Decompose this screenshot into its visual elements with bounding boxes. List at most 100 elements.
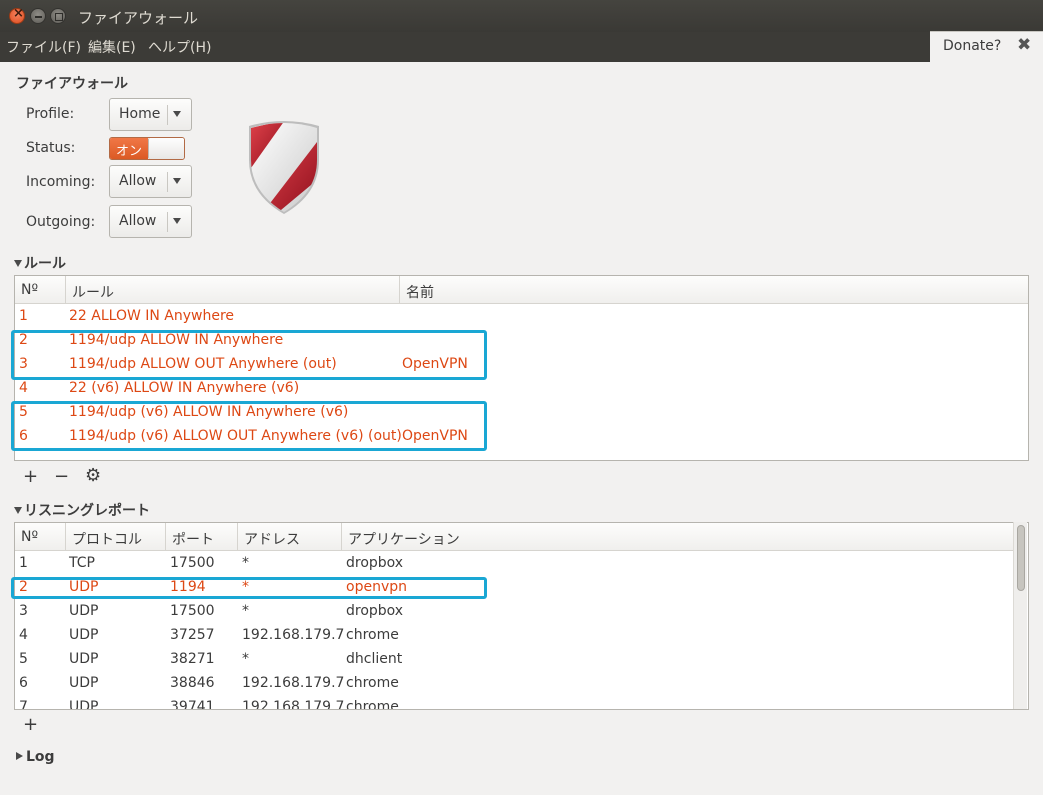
port-no: 4 — [19, 627, 28, 643]
chevron-down-icon — [173, 111, 181, 117]
toggle-knob[interactable] — [148, 138, 184, 159]
status-on-text: オン — [110, 138, 148, 159]
port-no: 2 — [19, 579, 28, 595]
port-address: 192.168.179.7 — [242, 699, 345, 710]
port-number: 17500 — [170, 555, 215, 571]
outgoing-label: Outgoing: — [26, 214, 96, 230]
remove-rule-button[interactable]: − — [54, 466, 69, 487]
table-row[interactable]: 5 UDP 38271 * dhclient — [15, 648, 1014, 672]
port-app: dhclient — [346, 651, 403, 667]
table-row[interactable]: 3 1194/udp ALLOW OUT Anywhere (out) Open… — [15, 353, 1028, 377]
close-window-button[interactable] — [9, 6, 25, 24]
table-row[interactable]: 4 UDP 37257 192.168.179.7 chrome — [15, 624, 1014, 648]
chevron-down-icon — [173, 178, 181, 184]
expander-arrow-icon — [16, 752, 23, 760]
menu-bar: ファイル(F) 編集(E) ヘルプ(H) — [0, 32, 1043, 62]
donate-tab[interactable]: Donate? ✖ — [930, 31, 1043, 62]
menu-edit[interactable]: 編集(E) — [88, 37, 136, 57]
outgoing-value: Allow — [119, 213, 157, 229]
rule-no: 4 — [19, 380, 28, 396]
column-application[interactable]: アプリケーション — [342, 523, 1014, 551]
column-name[interactable]: 名前 — [400, 276, 1028, 304]
rule-text: 1194/udp ALLOW OUT Anywhere (out) — [69, 356, 337, 372]
rule-no: 6 — [19, 428, 28, 444]
port-protocol: UDP — [69, 627, 99, 643]
rule-text: 1194/udp (v6) ALLOW IN Anywhere (v6) — [69, 404, 349, 420]
port-app: chrome — [346, 627, 399, 643]
profile-combo[interactable]: Home — [109, 98, 192, 131]
port-number: 38271 — [170, 651, 215, 667]
port-number: 1194 — [170, 579, 206, 595]
port-address: * — [242, 579, 249, 595]
status-toggle[interactable]: オン — [109, 137, 185, 160]
rules-expander[interactable]: ルール — [14, 253, 66, 273]
table-row[interactable]: 7 UDP 39741 192.168.179.7 chrome — [15, 696, 1014, 710]
port-no: 6 — [19, 675, 28, 691]
menu-help[interactable]: ヘルプ(H) — [148, 37, 211, 57]
rule-text: 1194/udp (v6) ALLOW OUT Anywhere (v6) (o… — [69, 428, 402, 444]
menu-file[interactable]: ファイル(F) — [6, 37, 81, 57]
rule-name: OpenVPN — [402, 428, 468, 444]
port-protocol: UDP — [69, 579, 99, 595]
incoming-label: Incoming: — [26, 174, 96, 190]
profile-label: Profile: — [26, 106, 75, 122]
port-app: chrome — [346, 699, 399, 710]
incoming-combo[interactable]: Allow — [109, 165, 192, 198]
column-no[interactable]: Nº — [15, 276, 66, 304]
listening-expander[interactable]: リスニングレポート — [14, 500, 150, 520]
minimize-window-button[interactable] — [30, 8, 46, 24]
close-icon[interactable]: ✖ — [1017, 35, 1031, 55]
table-row[interactable]: 1 22 ALLOW IN Anywhere — [15, 305, 1028, 329]
incoming-value: Allow — [119, 173, 157, 189]
column-protocol[interactable]: プロトコル — [66, 523, 166, 551]
port-app: openvpn — [346, 579, 407, 595]
port-address: * — [242, 651, 249, 667]
table-row[interactable]: 4 22 (v6) ALLOW IN Anywhere (v6) — [15, 377, 1028, 401]
maximize-window-button[interactable] — [50, 8, 66, 24]
table-row[interactable]: 6 UDP 38846 192.168.179.7 chrome — [15, 672, 1014, 696]
rule-name: OpenVPN — [402, 356, 468, 372]
log-heading: Log — [26, 749, 55, 765]
listening-heading: リスニングレポート — [24, 503, 150, 519]
port-protocol: UDP — [69, 699, 99, 710]
chevron-down-icon — [173, 218, 181, 224]
port-protocol: TCP — [69, 555, 95, 571]
add-port-rule-button[interactable]: + — [23, 714, 38, 735]
title-bar: ファイアウォール — [0, 0, 1043, 32]
port-number: 38846 — [170, 675, 215, 691]
table-row[interactable]: 2 UDP 1194 * openvpn — [15, 576, 1014, 600]
column-no[interactable]: Nº — [15, 523, 66, 551]
port-address: * — [242, 603, 249, 619]
column-rule[interactable]: ルール — [66, 276, 400, 304]
rules-heading: ルール — [24, 256, 66, 272]
table-row[interactable]: 1 TCP 17500 * dropbox — [15, 552, 1014, 576]
gear-icon[interactable]: ⚙ — [85, 465, 101, 486]
add-rule-button[interactable]: + — [23, 466, 38, 487]
table-row[interactable]: 3 UDP 17500 * dropbox — [15, 600, 1014, 624]
listening-scrollbar[interactable] — [1013, 522, 1027, 709]
rules-table-header: Nº ルール 名前 — [15, 276, 1028, 304]
column-address[interactable]: アドレス — [238, 523, 342, 551]
port-app: dropbox — [346, 603, 404, 619]
port-no: 3 — [19, 603, 28, 619]
column-port[interactable]: ポート — [166, 523, 238, 551]
firewall-heading: ファイアウォール — [16, 76, 128, 92]
rule-text: 1194/udp ALLOW IN Anywhere — [69, 332, 284, 348]
port-no: 1 — [19, 555, 28, 571]
window-title: ファイアウォール — [78, 9, 199, 27]
port-number: 17500 — [170, 603, 215, 619]
donate-label[interactable]: Donate? — [943, 38, 1001, 54]
table-row[interactable]: 6 1194/udp (v6) ALLOW OUT Anywhere (v6) … — [15, 425, 1028, 449]
rule-text: 22 (v6) ALLOW IN Anywhere (v6) — [69, 380, 300, 396]
table-row[interactable]: 5 1194/udp (v6) ALLOW IN Anywhere (v6) — [15, 401, 1028, 425]
expander-arrow-icon — [14, 260, 22, 267]
rule-no: 3 — [19, 356, 28, 372]
rules-table: Nº ルール 名前 1 22 ALLOW IN Anywhere 2 1194/… — [14, 275, 1029, 461]
scroll-thumb[interactable] — [1017, 525, 1025, 591]
port-app: dropbox — [346, 555, 404, 571]
table-row[interactable]: 2 1194/udp ALLOW IN Anywhere — [15, 329, 1028, 353]
log-expander[interactable]: Log — [16, 749, 55, 765]
port-address: 192.168.179.7 — [242, 627, 345, 643]
outgoing-combo[interactable]: Allow — [109, 205, 192, 238]
shield-icon — [249, 121, 319, 214]
